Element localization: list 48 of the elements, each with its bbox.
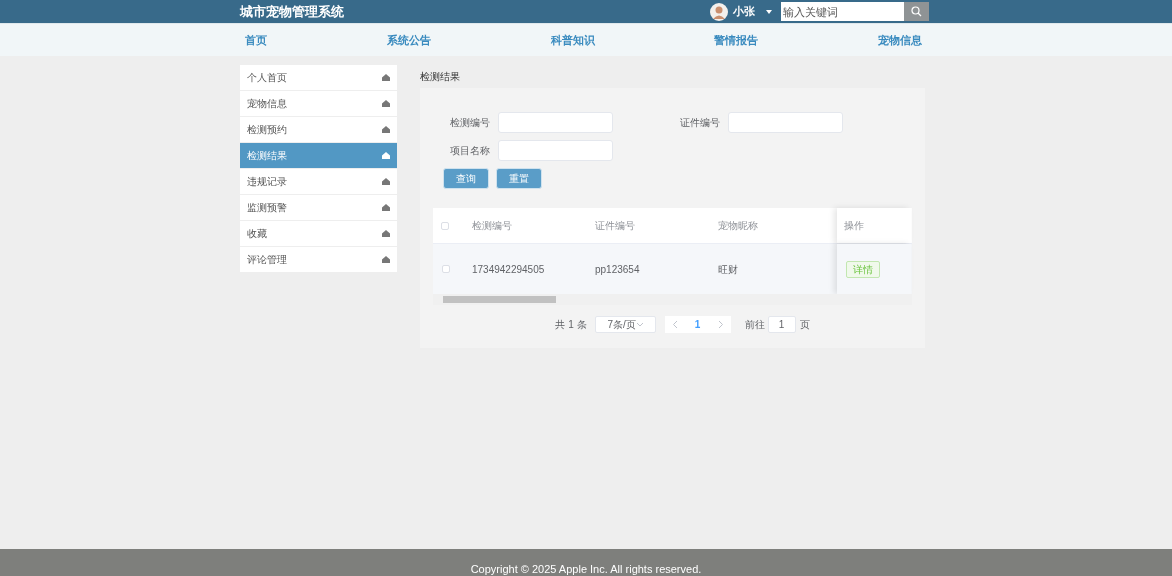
total-count: 共 1 条 <box>555 318 587 332</box>
next-page-icon[interactable] <box>718 321 723 328</box>
house-icon <box>382 74 390 81</box>
house-icon <box>382 204 390 211</box>
field-label: 项目名称 <box>449 144 491 158</box>
search-button[interactable] <box>904 2 929 21</box>
column-header: 证件编号 <box>595 219 636 233</box>
table-cell-text: 旺财 <box>718 262 739 277</box>
avatar-icon <box>710 2 728 21</box>
checkbox[interactable] <box>441 221 449 230</box>
user-name[interactable]: 小张 <box>733 3 755 20</box>
input-field[interactable] <box>498 112 613 133</box>
goto-label: 前往 <box>744 318 765 332</box>
nav-link[interactable]: 科普知识 <box>550 31 595 49</box>
nav-link[interactable]: 首页 <box>245 31 267 49</box>
field-label: 证件编号 <box>679 116 721 130</box>
house-icon <box>382 230 390 237</box>
table-cell-text: pp123654 <box>595 262 641 277</box>
breadcrumb: 检测结果 <box>420 70 461 84</box>
house-icon <box>382 152 390 159</box>
house-icon <box>382 126 390 133</box>
page-size-select[interactable]: 7条/页 <box>594 316 656 333</box>
column-header: 检测编号 <box>472 219 513 233</box>
checkbox[interactable] <box>442 265 450 273</box>
column-header: 宠物昵称 <box>718 219 759 233</box>
nav-link[interactable]: 宠物信息 <box>878 31 922 49</box>
page-unit: 页 <box>799 318 810 332</box>
house-icon <box>382 256 390 263</box>
button[interactable]: 重置 <box>496 168 542 189</box>
nav-link[interactable]: 系统公告 <box>386 31 431 49</box>
search-icon <box>911 6 922 17</box>
nav-link[interactable]: 警情报告 <box>714 31 759 49</box>
house-icon <box>382 100 390 107</box>
page-input[interactable]: 1 <box>767 316 796 333</box>
column-header: 操作 <box>837 208 911 243</box>
table-cell-text: 1734942294505 <box>472 262 546 277</box>
caret-icon[interactable] <box>766 9 772 14</box>
house-icon <box>382 178 390 185</box>
chevron-down-icon <box>636 322 643 327</box>
sidebar-item[interactable]: 检测结果 <box>240 143 397 169</box>
input-field[interactable] <box>498 140 613 161</box>
search-field[interactable]: 输入关键词 <box>781 2 904 21</box>
input-field[interactable] <box>728 112 843 133</box>
button[interactable]: 查询 <box>443 168 489 189</box>
field-label: 检测编号 <box>449 116 491 130</box>
copyright-text: Copyright © 2025 Apple Inc. All rights reserved. <box>470 563 702 576</box>
site-title: 城市宠物管理系统 <box>240 2 345 21</box>
previous-page-icon[interactable] <box>672 321 677 328</box>
